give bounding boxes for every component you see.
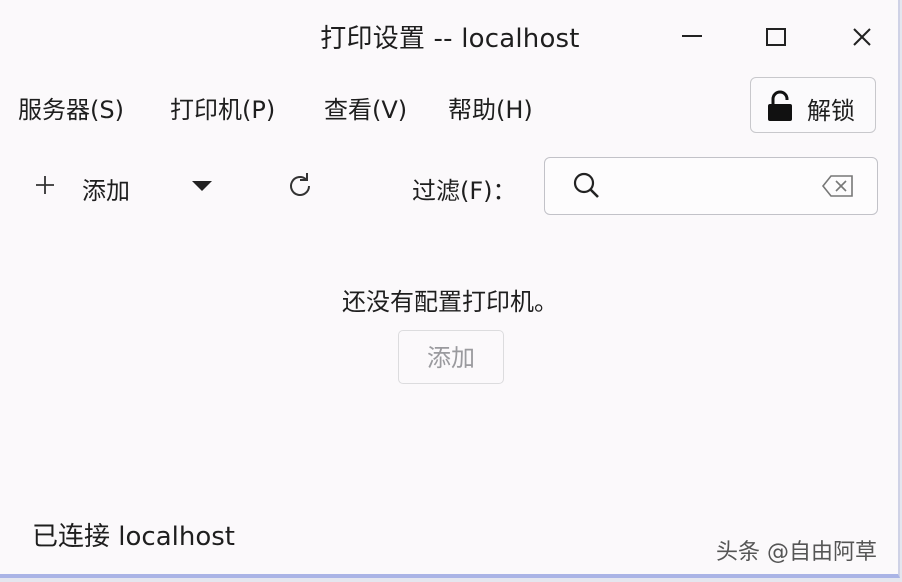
maximize-icon: [766, 28, 786, 46]
refresh-icon[interactable]: [284, 170, 316, 202]
menu-printer[interactable]: 打印机(P): [170, 90, 275, 125]
search-icon: [571, 170, 603, 202]
minimize-icon: [682, 35, 702, 37]
close-icon: [853, 28, 871, 46]
close-button[interactable]: [846, 22, 878, 54]
menu-help[interactable]: 帮助(H): [448, 90, 533, 125]
maximize-button[interactable]: [760, 22, 792, 54]
menu-server[interactable]: 服务器(S): [18, 90, 124, 125]
add-printer-button[interactable]: 添加: [82, 171, 130, 206]
menu-view[interactable]: 查看(V): [324, 90, 407, 125]
watermark: 头条 @自由阿草: [716, 540, 877, 565]
lock-open-icon: [766, 90, 794, 122]
connection-status: 已连接 localhost: [32, 522, 235, 552]
filter-search-field[interactable]: [544, 157, 878, 215]
plus-icon[interactable]: [32, 172, 58, 198]
unlock-button[interactable]: 解锁: [750, 77, 876, 133]
unlock-label: 解锁: [807, 97, 855, 125]
print-settings-window: 打印设置 -- localhost 服务器(S) 打印机(P) 查看(V) 帮助…: [0, 0, 900, 578]
filter-input[interactable]: [615, 168, 809, 206]
empty-state-message: 还没有配置打印机。: [342, 288, 558, 316]
title-bar: 打印设置 -- localhost: [0, 0, 898, 74]
toolbar: 添加 过滤(F)：: [0, 154, 898, 218]
empty-state-add-button[interactable]: 添加: [398, 330, 504, 384]
minimize-button[interactable]: [676, 22, 708, 54]
menu-bar: 服务器(S) 打印机(P) 查看(V) 帮助(H): [0, 84, 740, 134]
backspace-clear-icon[interactable]: [821, 174, 855, 198]
triangle-down-icon[interactable]: [189, 178, 215, 194]
filter-label: 过滤(F)：: [412, 177, 517, 205]
